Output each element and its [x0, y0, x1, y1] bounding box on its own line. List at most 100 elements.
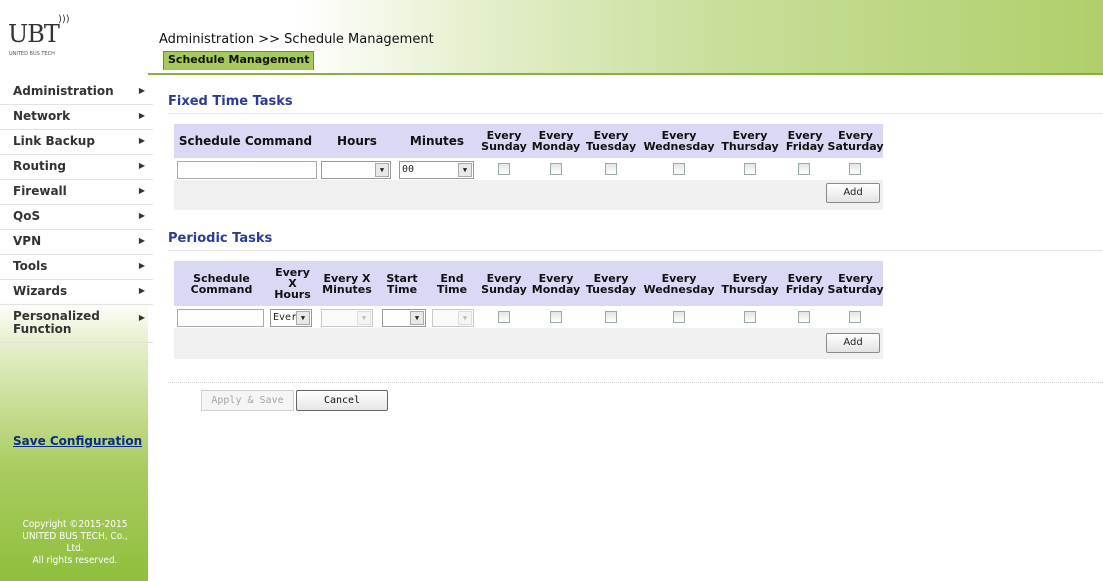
breadcrumb: Administration >> Schedule Management	[159, 32, 434, 47]
header: Administration >> Schedule Management Sc…	[148, 0, 1103, 74]
chevron-down-icon: ▼	[410, 311, 424, 325]
chevron-right-icon: ▶	[138, 86, 145, 95]
every-x-hours-value: Ever	[273, 312, 298, 323]
hours-select[interactable]: ▼	[321, 161, 391, 179]
column-header: Start Time	[386, 271, 418, 296]
column-header: Every Friday	[785, 271, 825, 296]
logo: UBT ))) UNITED BUS TECH	[8, 14, 70, 64]
column-header: Schedule Command	[190, 271, 253, 296]
every-monday-checkbox[interactable]	[550, 311, 562, 323]
apply-save-button[interactable]: Apply & Save	[201, 390, 294, 411]
fixed-tasks-title: Fixed Time Tasks	[168, 94, 293, 109]
column-header: Every Monday	[531, 129, 581, 153]
every-friday-checkbox[interactable]	[798, 163, 810, 175]
copyright-line: Ltd.	[66, 543, 84, 554]
every-thursday-checkbox[interactable]	[744, 163, 756, 175]
column-header: Every Wednesday	[643, 129, 715, 153]
logo-subtext: UNITED BUS TECH	[9, 51, 55, 57]
tab-schedule-management[interactable]: Schedule Management	[163, 51, 315, 70]
add-fixed-task-button[interactable]: Add	[826, 183, 880, 203]
schedule-command-input[interactable]	[177, 161, 317, 179]
sidebar-item-routing[interactable]: Routing ▶	[0, 155, 153, 180]
every-x-minutes-select[interactable]: ▼	[321, 309, 373, 327]
chevron-down-icon: ▼	[375, 163, 389, 177]
column-header: Every Thursday	[721, 271, 779, 296]
column-header: Every Saturday	[827, 271, 884, 296]
chevron-right-icon: ▶	[138, 313, 145, 322]
cancel-button[interactable]: Cancel	[296, 390, 388, 411]
signal-icon: )))	[58, 14, 70, 25]
save-configuration-link[interactable]: Save Configuration	[13, 434, 142, 448]
sidebar-item-label: Wizards	[13, 284, 68, 298]
every-tuesday-checkbox[interactable]	[605, 311, 617, 323]
sidebar-item-qos[interactable]: QoS ▶	[0, 205, 153, 230]
header-divider	[148, 73, 1103, 75]
sidebar-menu: Administration ▶ Network ▶ Link Backup ▶ Ro…	[0, 80, 153, 343]
chevron-down-icon: ▼	[458, 311, 472, 325]
sidebar-item-administration[interactable]: Administration ▶	[0, 80, 153, 105]
add-periodic-task-button[interactable]: Add	[826, 333, 880, 353]
sidebar-item-label: VPN	[13, 234, 42, 248]
sidebar-item-label: Network	[13, 109, 71, 123]
column-header: Every Tuesday	[585, 129, 637, 153]
every-saturday-checkbox[interactable]	[849, 311, 861, 323]
sidebar-item-network[interactable]: Network ▶	[0, 105, 153, 130]
column-header: Every Sunday	[481, 271, 527, 296]
copyright-line: UNITED BUS TECH, Co.,	[22, 531, 128, 542]
sidebar-item-wizards[interactable]: Wizards ▶	[0, 280, 153, 305]
sidebar-item-vpn[interactable]: VPN ▶	[0, 230, 153, 255]
sidebar-item-label: Routing	[13, 159, 67, 173]
sidebar-item-tools[interactable]: Tools ▶	[0, 255, 153, 280]
section-divider	[168, 250, 1103, 251]
column-header: Every Monday	[531, 271, 581, 296]
column-header: Every Saturday	[827, 129, 884, 153]
every-x-hours-select[interactable]: Ever ▼	[270, 309, 312, 327]
sidebar-item-label: Personalized Function	[13, 309, 100, 336]
periodic-tasks-table: Schedule Command Every X Hours Every X M…	[174, 261, 884, 359]
section-divider	[168, 113, 1103, 114]
sidebar-item-link-backup[interactable]: Link Backup ▶	[0, 130, 153, 155]
sidebar: UBT ))) UNITED BUS TECH Administration ▶ …	[0, 0, 153, 581]
every-thursday-checkbox[interactable]	[744, 311, 756, 323]
copyright-line: All rights reserved.	[32, 555, 118, 566]
every-tuesday-checkbox[interactable]	[605, 163, 617, 175]
column-header: Every Friday	[785, 129, 825, 153]
table-row: Ever ▼ ▼ ▼ ▼	[174, 306, 883, 328]
fixed-tasks-table: Schedule Command Hours Minutes Every Sun…	[174, 124, 884, 210]
sidebar-item-personalized-function[interactable]: Personalized Function ▶	[0, 305, 153, 343]
every-friday-checkbox[interactable]	[798, 311, 810, 323]
column-header: Every Thursday	[721, 129, 779, 153]
sidebar-item-label: QoS	[13, 209, 41, 223]
every-saturday-checkbox[interactable]	[849, 163, 861, 175]
sidebar-item-label: Administration	[13, 84, 114, 98]
chevron-down-icon: ▼	[296, 311, 310, 325]
minutes-select[interactable]: 00 ▼	[399, 161, 474, 179]
start-time-select[interactable]: ▼	[382, 309, 426, 327]
sidebar-item-firewall[interactable]: Firewall ▶	[0, 180, 153, 205]
chevron-right-icon: ▶	[138, 161, 145, 170]
schedule-command-input[interactable]	[177, 309, 264, 327]
column-header: Every X Minutes	[322, 271, 372, 296]
every-sunday-checkbox[interactable]	[498, 311, 510, 323]
end-time-select[interactable]: ▼	[432, 309, 474, 327]
sidebar-item-label: Firewall	[13, 184, 67, 198]
column-header: Every Sunday	[481, 129, 527, 153]
every-monday-checkbox[interactable]	[550, 163, 562, 175]
chevron-right-icon: ▶	[138, 261, 145, 270]
minutes-value: 00	[402, 164, 415, 175]
sidebar-item-label: Link Backup	[13, 134, 95, 148]
every-wednesday-checkbox[interactable]	[673, 163, 685, 175]
chevron-right-icon: ▶	[138, 286, 145, 295]
chevron-right-icon: ▶	[138, 186, 145, 195]
every-wednesday-checkbox[interactable]	[673, 311, 685, 323]
chevron-down-icon: ▼	[458, 163, 472, 177]
every-sunday-checkbox[interactable]	[498, 163, 510, 175]
column-header: End Time	[436, 271, 468, 296]
column-header: Every Tuesday	[585, 271, 637, 296]
logo-mark: UBT	[8, 20, 60, 48]
column-header: Hours	[337, 133, 377, 148]
copyright: Copyright ©2015-2015 UNITED BUS TECH, Co…	[0, 519, 150, 567]
copyright-line: Copyright ©2015-2015	[22, 519, 128, 530]
chevron-down-icon: ▼	[357, 311, 371, 325]
chevron-right-icon: ▶	[138, 136, 145, 145]
